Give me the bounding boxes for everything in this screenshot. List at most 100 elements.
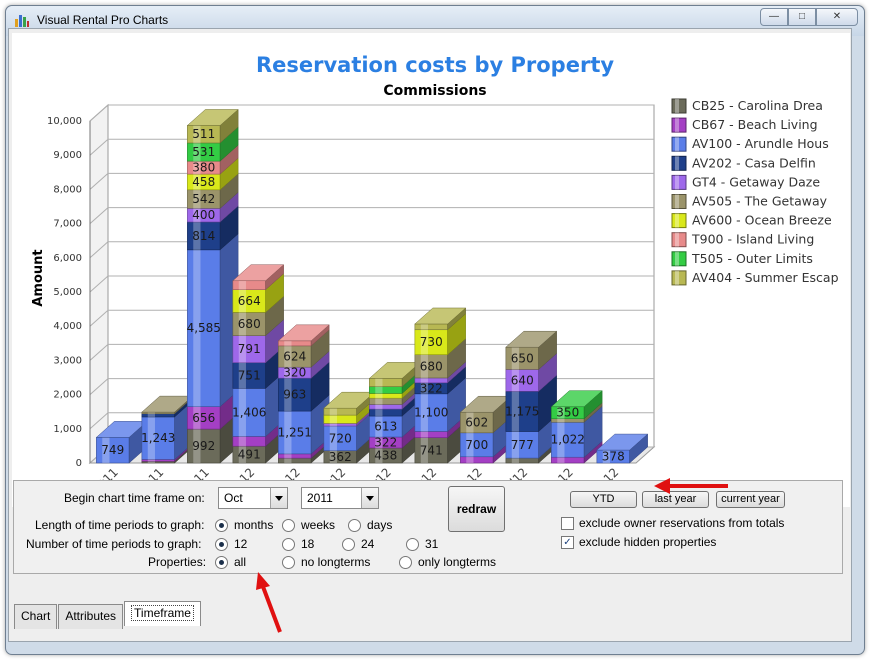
- bar-segment: [369, 408, 403, 417]
- data-label: 322: [374, 436, 397, 450]
- data-label: 963: [283, 388, 306, 402]
- chevron-down-icon[interactable]: [361, 488, 378, 508]
- bar-highlight: [375, 398, 383, 405]
- legend-entry: AV505 - The Getaway: [692, 194, 828, 209]
- bar-highlight: [329, 408, 337, 416]
- legend-entry: AV404 - Summer Escap: [692, 270, 839, 285]
- bar-segment: [278, 457, 312, 464]
- redraw-button[interactable]: redraw: [448, 486, 505, 532]
- data-label: 1,243: [141, 431, 175, 445]
- data-label: 791: [238, 342, 261, 356]
- y-axis-label: Amount: [31, 249, 46, 306]
- bar-segment: [505, 457, 539, 464]
- data-label: 350: [556, 406, 579, 420]
- chart-panel: Reservation costs by Property Commissions…: [12, 33, 850, 507]
- tab-timeframe[interactable]: Timeframe: [124, 601, 201, 626]
- data-label: 1,406: [232, 405, 266, 419]
- data-label: 720: [329, 431, 352, 445]
- bar-segment: [278, 340, 312, 347]
- legend-swatch-shine: [675, 175, 679, 190]
- radio-only-longterms[interactable]: only longterms: [399, 555, 496, 569]
- bar-segment: [414, 323, 448, 331]
- data-label: 531: [192, 145, 215, 159]
- y-tick-label: 5,000: [53, 287, 82, 298]
- data-label: 378: [602, 450, 625, 464]
- legend-swatch-shine: [675, 118, 679, 133]
- bar-highlight: [420, 431, 428, 438]
- bar-segment: [551, 456, 585, 464]
- radio-18[interactable]: 18: [282, 537, 314, 551]
- radio-months[interactable]: months: [215, 518, 273, 532]
- bar-highlight: [238, 436, 246, 447]
- data-label: 680: [238, 317, 261, 331]
- bar-segment: [369, 404, 403, 410]
- radio-12[interactable]: 12: [215, 537, 247, 551]
- bar-segment: [278, 453, 312, 459]
- data-label: 777: [511, 438, 534, 452]
- bar-segment: [369, 378, 403, 387]
- exclude-hidden-checkbox[interactable]: ✓ exclude hidden properties: [561, 535, 716, 549]
- data-label: 1,251: [278, 425, 312, 439]
- chart-title: Reservation costs by Property: [256, 53, 614, 77]
- tab-attributes[interactable]: Attributes: [58, 604, 124, 629]
- bar-highlight: [284, 340, 292, 346]
- bar-highlight: [375, 393, 383, 399]
- bar-highlight: [284, 453, 292, 459]
- maximize-button[interactable]: □: [788, 8, 816, 26]
- data-label: 1,022: [551, 433, 585, 447]
- data-label: 400: [192, 208, 215, 222]
- bar-highlight: [420, 323, 428, 330]
- begin-year-select[interactable]: 2011: [301, 487, 379, 509]
- data-label: 602: [465, 416, 488, 430]
- data-label: 491: [238, 448, 261, 462]
- legend-swatch-shine: [675, 99, 679, 113]
- bar-segment: [141, 413, 175, 418]
- bar-highlight: [557, 457, 565, 463]
- radio-all[interactable]: all: [215, 555, 246, 569]
- data-label: 613: [374, 420, 397, 434]
- bar-highlight: [420, 377, 428, 383]
- bar-highlight: [511, 458, 519, 463]
- tab-chart[interactable]: Chart: [14, 604, 58, 629]
- exclude-owner-box[interactable]: [561, 516, 574, 530]
- bar-segment: [369, 393, 403, 399]
- check-icon[interactable]: ✓: [561, 535, 574, 549]
- exclude-owner-checkbox[interactable]: exclude owner reservations from totals: [561, 516, 784, 530]
- exclude-owner-label: exclude owner reservations from totals: [579, 516, 785, 530]
- ytd-button[interactable]: YTD: [570, 491, 637, 508]
- legend-entry: T900 - Island Living: [691, 232, 814, 247]
- data-label: 640: [511, 373, 534, 387]
- bar-segment: [414, 377, 448, 384]
- red-arrow-annotation: [256, 572, 282, 633]
- y-tick-label: 10,000: [47, 116, 82, 127]
- data-label: 992: [192, 439, 215, 453]
- chevron-down-icon[interactable]: [270, 488, 287, 508]
- data-label: 650: [511, 351, 534, 365]
- bar-segment: [232, 280, 266, 290]
- close-button[interactable]: ✕: [816, 8, 858, 26]
- legend-entry: T505 - Outer Limits: [691, 251, 813, 266]
- radio-days[interactable]: days: [348, 518, 392, 532]
- radio-24[interactable]: 24: [342, 537, 374, 551]
- bar-segment: [369, 397, 403, 405]
- radio-31[interactable]: 31: [406, 537, 438, 551]
- radio-no-longterms[interactable]: no longterms: [282, 555, 370, 569]
- minimize-button[interactable]: —: [760, 8, 788, 26]
- data-label: 458: [192, 175, 215, 189]
- begin-month-select[interactable]: Oct: [218, 487, 288, 509]
- radio-weeks[interactable]: weeks: [282, 518, 335, 532]
- chart-subtitle: Commissions: [383, 83, 486, 99]
- data-label: 680: [420, 359, 443, 373]
- window-title: Visual Rental Pro Charts: [37, 13, 169, 27]
- data-label: 664: [238, 294, 261, 308]
- y-tick-label: 7,000: [53, 219, 82, 230]
- stacked-bar-chart: Reservation costs by Property Commissions…: [31, 53, 839, 503]
- bar-segment: [323, 423, 357, 427]
- bar-highlight: [375, 378, 383, 387]
- exclude-hidden-label: exclude hidden properties: [579, 535, 717, 549]
- y-tick-label: 8,000: [53, 184, 82, 195]
- legend-entry: CB67 - Beach Living: [692, 117, 818, 132]
- bar-highlight: [284, 458, 292, 463]
- data-label: 511: [192, 127, 215, 141]
- data-label: 4,585: [187, 321, 221, 335]
